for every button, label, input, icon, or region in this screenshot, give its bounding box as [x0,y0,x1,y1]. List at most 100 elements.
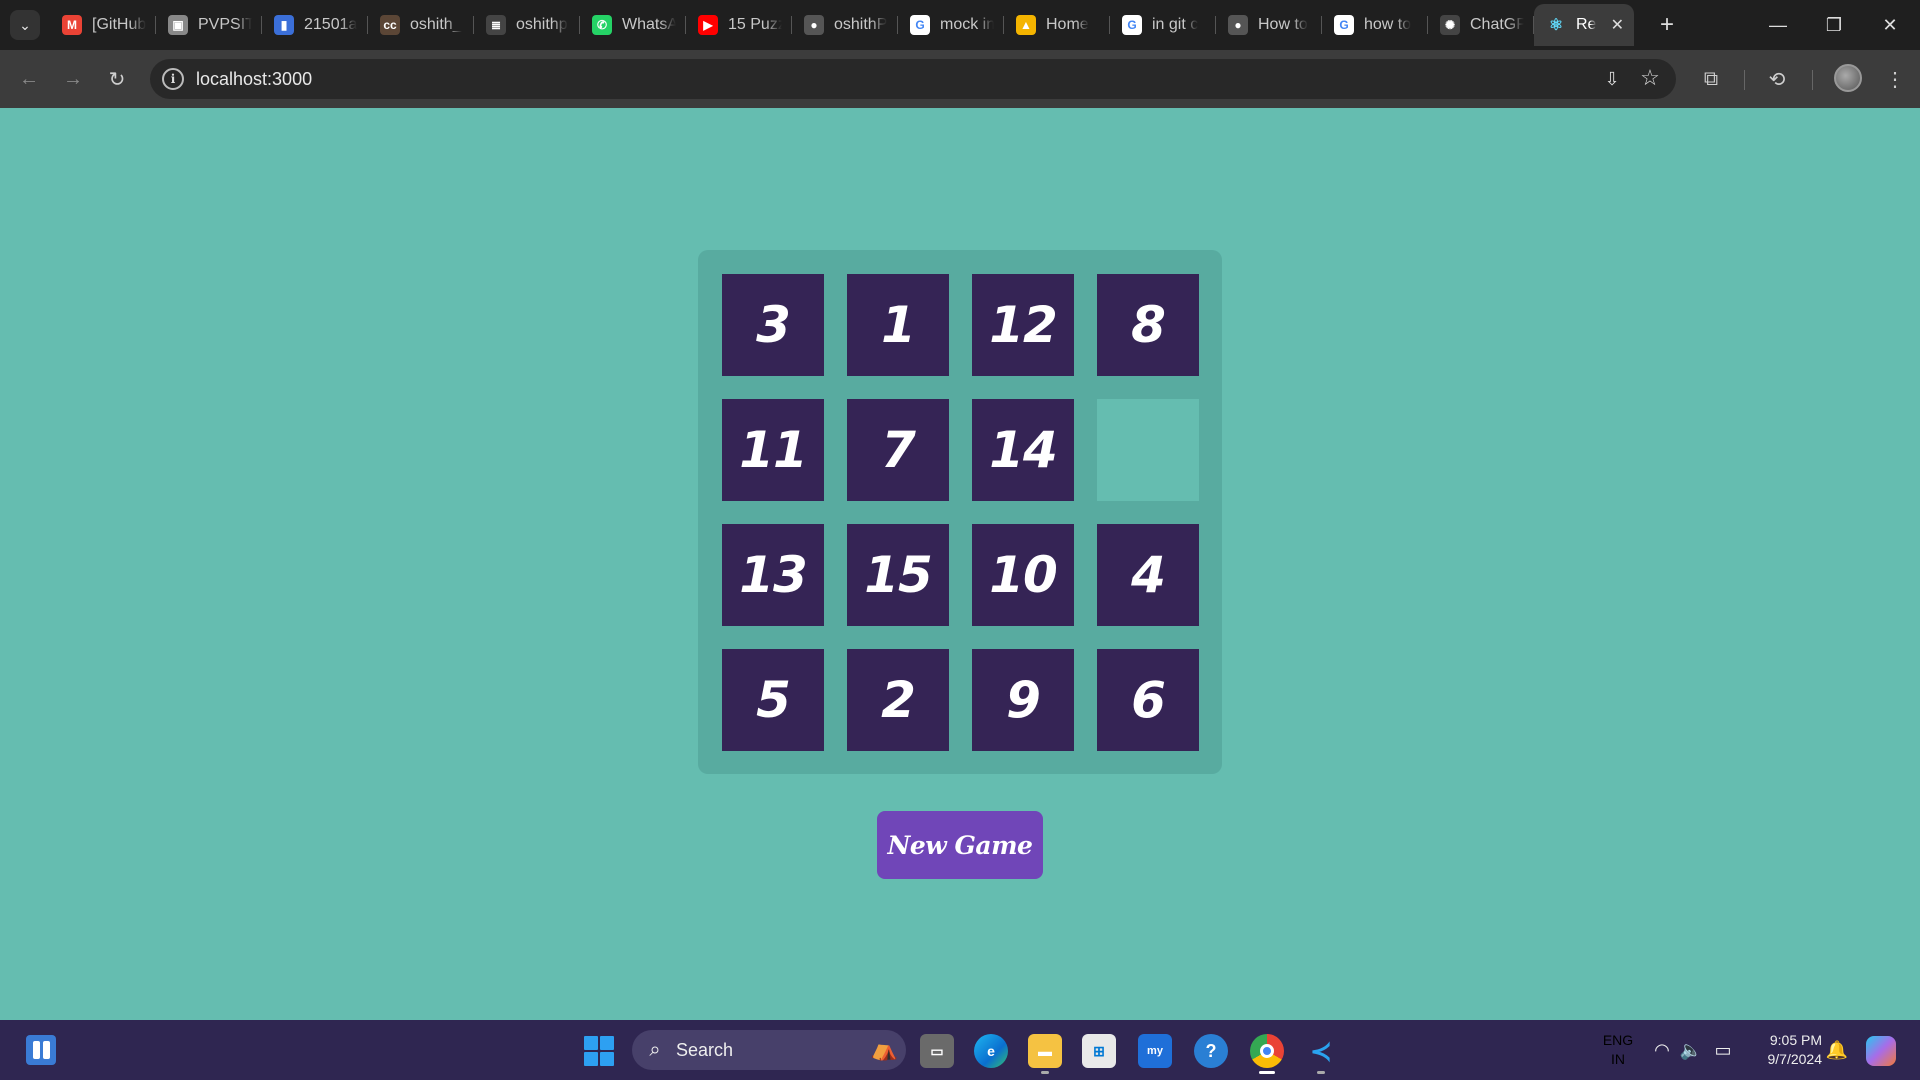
browser-tab[interactable]: M [GitHub [50,4,156,46]
history-icon: ⟲ [1768,68,1786,91]
clock-time: 9:05 PM [1769,1032,1822,1048]
browser-tab[interactable]: ✆ WhatsA [580,4,686,46]
puzzle-tile[interactable]: 9 [972,649,1074,751]
puzzle-tile[interactable]: 7 [847,399,949,501]
windows-taskbar: ⌕ Search ⛺ ▭ e ▬ ⊞ my ? ≺ ENG IN ◠ 🔈 ▭ 9… [0,1020,1920,1080]
microsoft-store-icon[interactable]: ⊞ [1082,1034,1116,1068]
close-window-button[interactable]: ✕ [1870,8,1910,42]
close-tab-icon[interactable]: ✕ [1611,15,1624,35]
install-app-icon[interactable]: ⇩ [1600,67,1624,91]
browser-tab[interactable]: Ghow to [1322,4,1428,46]
chatgpt-icon: ✺ [1440,15,1460,35]
puzzle-tile[interactable]: 2 [847,649,949,751]
region-code: IN [1611,1051,1625,1067]
browser-tab[interactable]: ▮ 21501a [262,4,368,46]
empty-slot [1097,399,1199,501]
chrome-icon[interactable] [1250,1034,1284,1068]
browser-tab[interactable]: cc oshith_ [368,4,474,46]
gmail-icon: M [62,15,82,35]
browser-tab[interactable]: ● oshithP [792,4,898,46]
task-view-icon[interactable]: ▭ [920,1034,954,1068]
minimize-button[interactable]: — [1758,8,1798,42]
puzzle-tile[interactable]: 15 [847,524,949,626]
google-icon: G [1122,15,1142,35]
puzzle-tile[interactable]: 3 [722,274,824,376]
react-icon: ⚛ [1548,17,1564,34]
new-tab-button[interactable]: + [1652,10,1682,40]
puzzle-tile[interactable]: 6 [1097,649,1199,751]
copilot-icon[interactable] [1866,1036,1896,1066]
site-info-icon[interactable]: i [162,68,184,90]
tab-title: [GitHub [92,16,146,33]
volume-icon[interactable]: 🔈 [1680,1039,1702,1061]
menu-button[interactable]: ⋮ [1880,64,1910,94]
windows-logo-pane [584,1036,598,1050]
browser-tab[interactable]: ▲ Home [1004,4,1110,46]
file-explorer-icon[interactable]: ▬ [1028,1034,1062,1068]
clock[interactable]: 9:05 PM 9/7/2024 [1748,1031,1823,1069]
hackerrank-icon: ≣ [486,15,506,35]
puzzle-tile[interactable]: 12 [972,274,1074,376]
codechef-icon: cc [380,15,400,35]
puzzle-tile[interactable]: 13 [722,524,824,626]
puzzle-tile[interactable]: 11 [722,399,824,501]
vscode-icon[interactable]: ≺ [1304,1034,1338,1068]
profile-avatar[interactable] [1834,64,1862,92]
clock-date: 9/7/2024 [1767,1051,1823,1067]
tab-title: how to [1364,16,1412,33]
browser-tab-active[interactable]: ⚛ Re ✕ [1534,4,1634,46]
close-icon: ✕ [1882,14,1898,35]
google-icon: G [1334,15,1354,35]
battery-icon[interactable]: ▭ [1712,1039,1734,1061]
url-text[interactable]: localhost:3000 [196,69,312,90]
active-indicator [1259,1071,1275,1074]
browser-tab[interactable]: ▣ PVPSIT [156,4,262,46]
history-button[interactable]: ⟲ [1762,64,1792,94]
widgets-icon[interactable] [26,1035,56,1065]
restore-button[interactable]: ❐ [1814,8,1854,42]
taskbar-search[interactable]: ⌕ Search ⛺ [632,1030,906,1070]
browser-tab[interactable]: Gin git c [1110,4,1216,46]
tab-title: oshithp [516,16,568,33]
puzzle-board: 3 1 12 8 11 7 14 13 15 10 4 5 2 9 6 [698,250,1222,774]
tab-title: oshith_ [410,16,462,33]
start-button[interactable] [584,1036,614,1066]
tab-title: oshithP [834,16,888,33]
puzzle-tile[interactable]: 4 [1097,524,1199,626]
tab-search-button[interactable]: ⌄ [10,10,40,40]
puzzle-tile[interactable]: 1 [847,274,949,376]
tab-title: How to [1258,16,1308,33]
arrow-right-icon: → [63,67,83,90]
puzzle-icon: ⧉ [1703,67,1719,90]
tab-title: mock in [940,16,994,33]
language-indicator[interactable]: ENG IN [1598,1031,1638,1069]
browser-tab[interactable]: ● How to [1216,4,1322,46]
edge-icon[interactable]: e [974,1034,1008,1068]
puzzle-tile[interactable]: 5 [722,649,824,751]
puzzle-tile[interactable]: 10 [972,524,1074,626]
address-bar[interactable]: i localhost:3000 ⇩ ☆ [150,59,1676,99]
toolbar-divider [1744,70,1745,90]
extensions-button[interactable]: ⧉ [1696,64,1726,94]
search-icon: ⌕ [649,1038,661,1061]
forward-button[interactable]: → [58,64,88,94]
reload-button[interactable]: ↻ [102,64,132,94]
back-button[interactable]: ← [14,64,44,94]
browser-tab[interactable]: ▶ 15 Puzz [686,4,792,46]
puzzle-tile[interactable]: 8 [1097,274,1199,376]
windows-logo-pane [584,1052,598,1066]
wifi-icon[interactable]: ◠ [1651,1039,1673,1061]
myhp-icon[interactable]: my [1138,1034,1172,1068]
tab-title: Re [1576,16,1597,33]
get-help-icon[interactable]: ? [1194,1034,1228,1068]
windows-logo-pane [600,1036,614,1050]
browser-tab[interactable]: ✺ ChatGP [1428,4,1534,46]
search-highlight-icon: ⛺ [870,1036,898,1061]
browser-tab[interactable]: Gmock in [898,4,1004,46]
bookmark-star-icon[interactable]: ☆ [1638,65,1662,90]
github-icon: ● [804,15,824,35]
new-game-button[interactable]: New Game [877,811,1043,879]
browser-tab[interactable]: ≣ oshithp [474,4,580,46]
puzzle-tile[interactable]: 14 [972,399,1074,501]
notifications-icon[interactable]: 🔔 [1826,1039,1848,1061]
